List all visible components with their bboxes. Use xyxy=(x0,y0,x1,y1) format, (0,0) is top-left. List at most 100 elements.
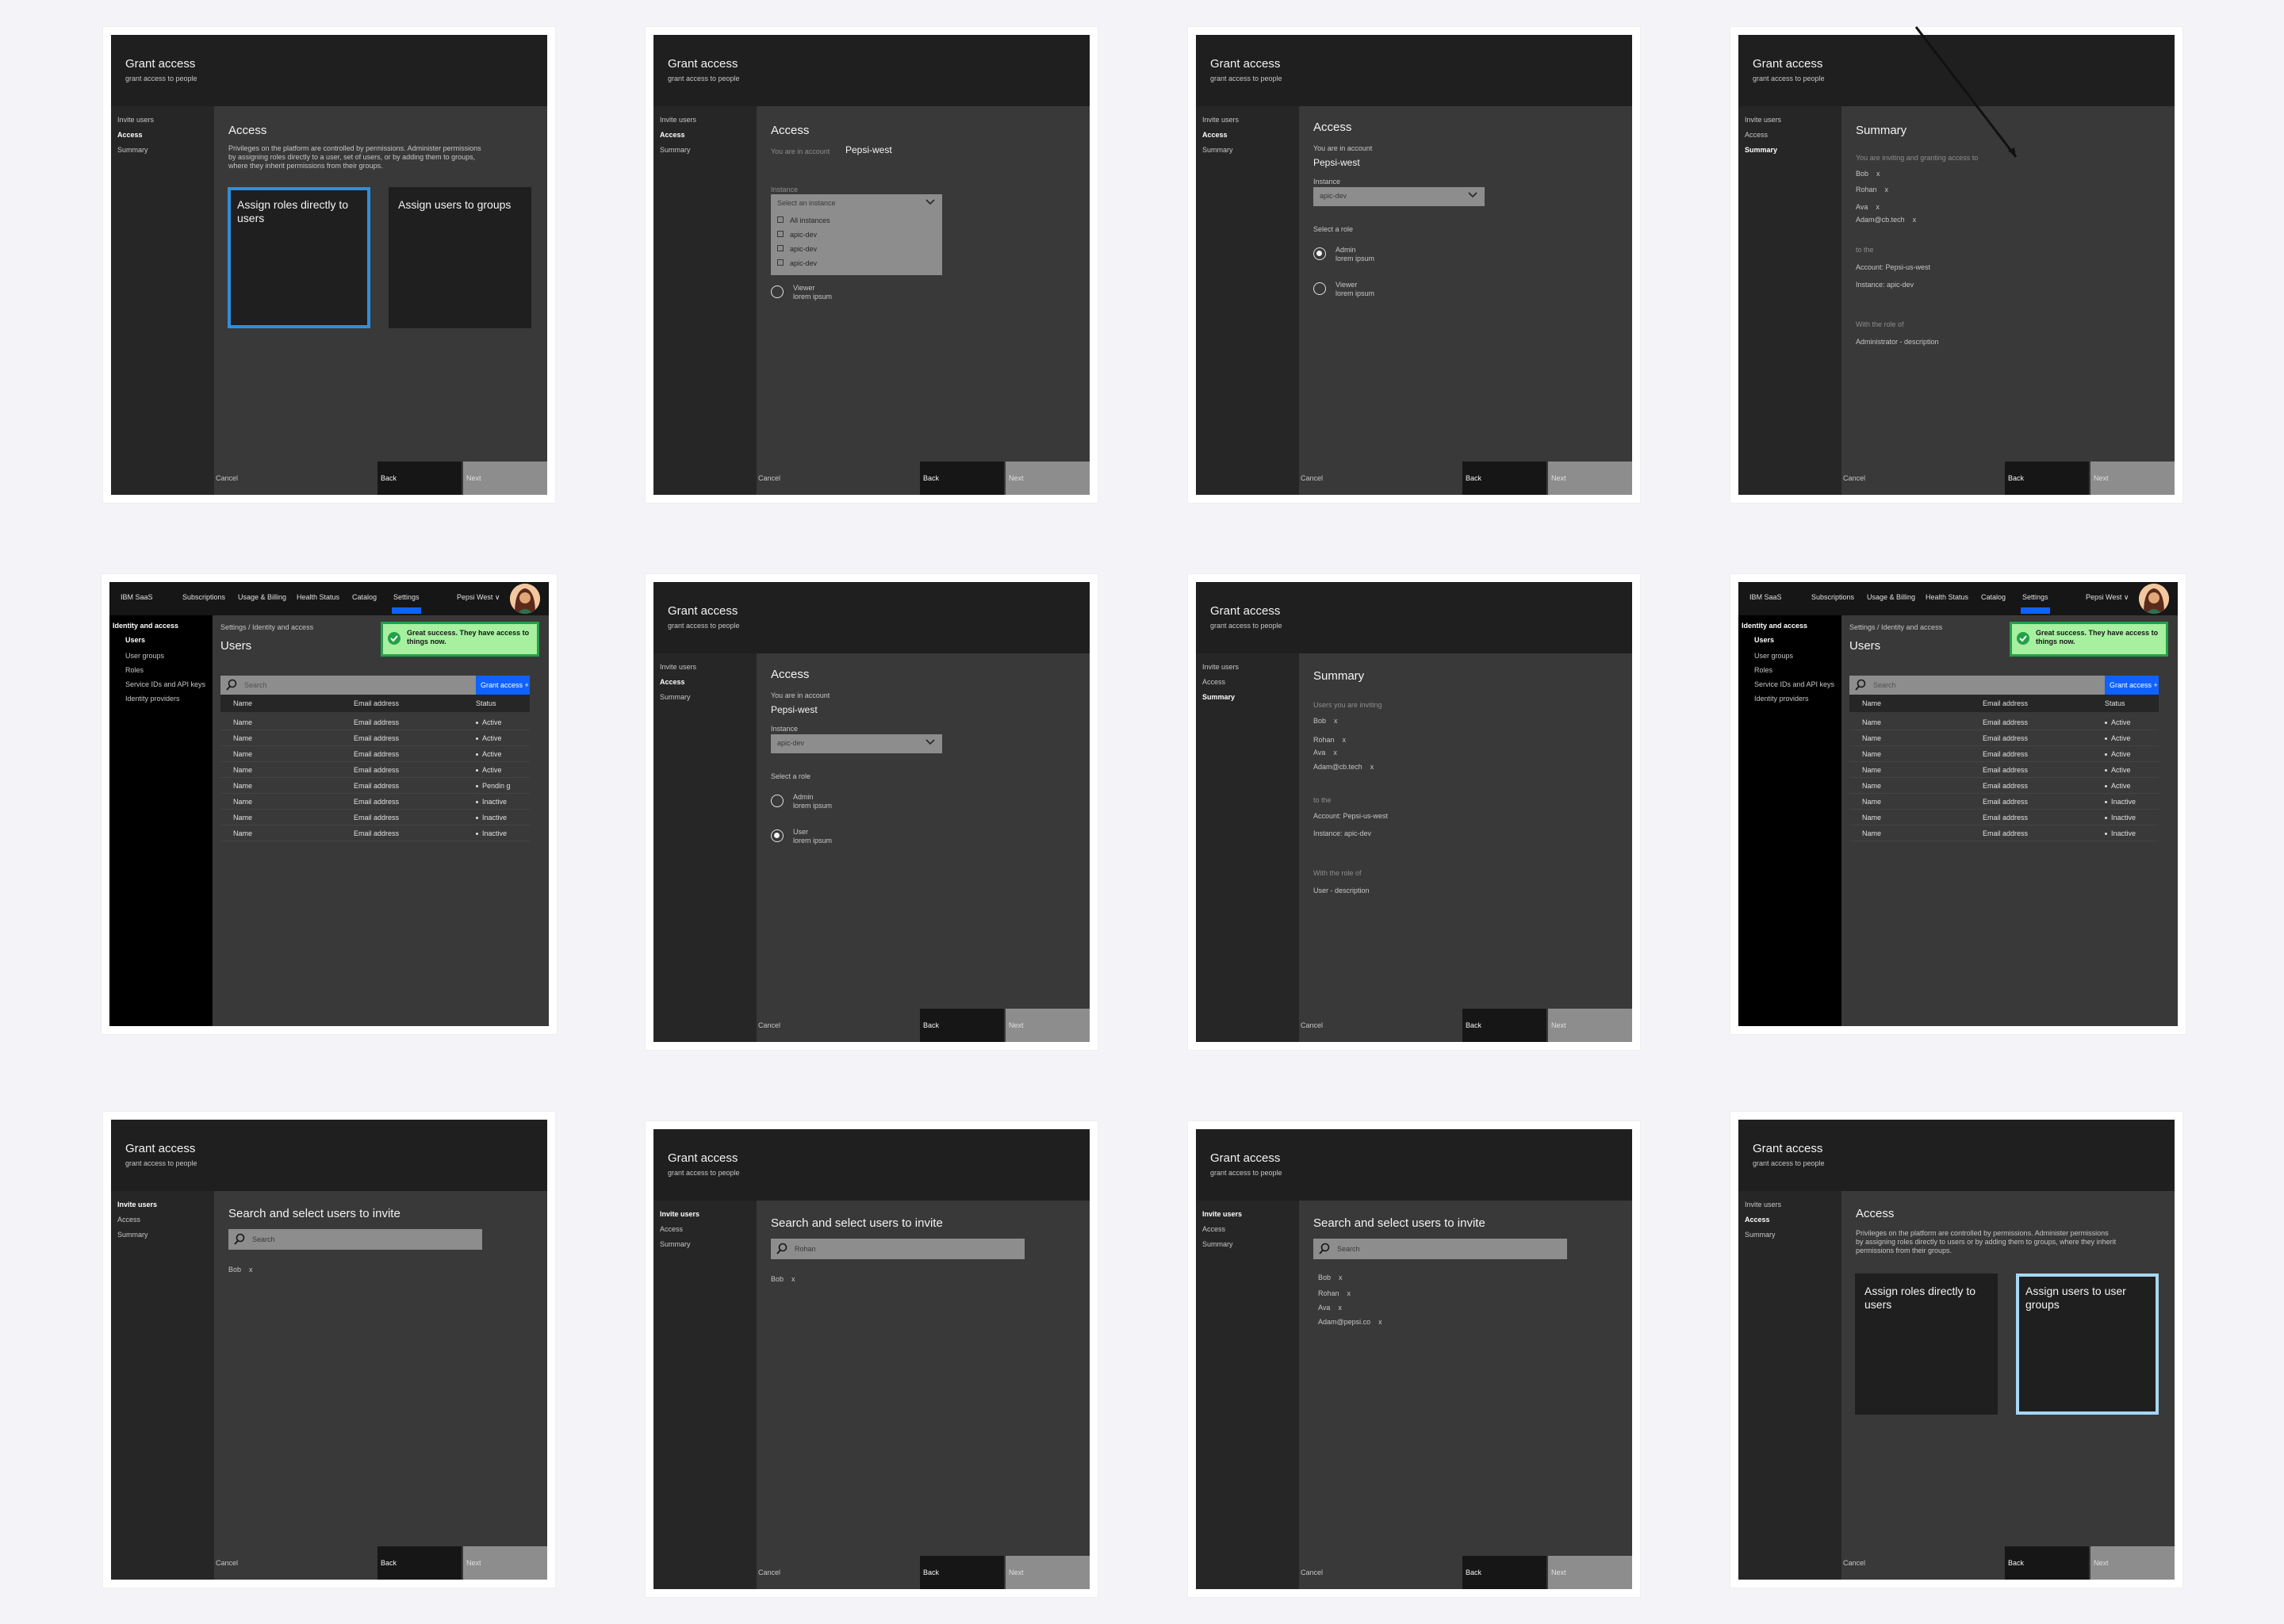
next-button[interactable]: Next xyxy=(1006,462,1090,495)
back-button[interactable]: Back xyxy=(920,1009,1004,1042)
back-button[interactable]: Back xyxy=(2005,1546,2089,1580)
remove-chip-button[interactable]: x xyxy=(249,1266,253,1274)
radio-user[interactable] xyxy=(771,829,784,842)
cancel-button[interactable]: Cancel xyxy=(1301,1568,1323,1576)
checkbox[interactable] xyxy=(777,231,784,237)
table-row[interactable]: Name Email address Active xyxy=(220,730,530,746)
next-button[interactable]: Next xyxy=(1548,462,1632,495)
table-row[interactable]: Name Email address Inactive xyxy=(1849,809,2159,825)
tile-assign-user-groups[interactable]: Assign users to user groups xyxy=(2016,1274,2159,1415)
step-access[interactable]: Access xyxy=(1745,1216,1770,1224)
step-summary[interactable]: Summary xyxy=(117,1231,148,1239)
nav-catalog[interactable]: Catalog xyxy=(352,593,377,601)
col-email[interactable]: Email address xyxy=(354,699,399,707)
col-name[interactable]: Name xyxy=(233,699,252,707)
step-access[interactable]: Access xyxy=(1202,678,1225,686)
step-invite-users[interactable]: Invite users xyxy=(660,116,696,124)
step-summary[interactable]: Summary xyxy=(1202,693,1235,701)
table-row[interactable]: Name Email address Inactive xyxy=(1849,793,2159,810)
nav-usage-billing[interactable]: Usage & Billing xyxy=(238,593,286,601)
cancel-button[interactable]: Cancel xyxy=(1843,1559,1865,1567)
remove-chip-button[interactable]: x xyxy=(1885,186,1889,193)
back-button[interactable]: Back xyxy=(2005,462,2089,495)
user-search-input[interactable]: Search xyxy=(1313,1239,1567,1259)
nav-settings[interactable]: Settings xyxy=(2021,593,2050,614)
cancel-button[interactable]: Cancel xyxy=(1301,474,1323,482)
back-button[interactable]: Back xyxy=(1462,462,1546,495)
remove-chip-button[interactable]: x xyxy=(1343,736,1347,744)
account-switcher[interactable]: Pepsi West ∨ xyxy=(2086,593,2129,602)
step-invite-users[interactable]: Invite users xyxy=(1202,1210,1242,1218)
back-button[interactable]: Back xyxy=(920,462,1004,495)
step-summary[interactable]: Summary xyxy=(660,1240,691,1248)
col-name[interactable]: Name xyxy=(1862,699,1881,707)
table-row[interactable]: Name Email address Active xyxy=(220,745,530,762)
nav-subscriptions[interactable]: Subscriptions xyxy=(182,593,225,601)
users-search[interactable]: Search Grant access + xyxy=(1849,676,2159,695)
sidebar-item-identity-providers[interactable]: Identity providers xyxy=(1754,695,1809,703)
step-summary[interactable]: Summary xyxy=(117,146,148,154)
breadcrumb[interactable]: Settings / Identity and access xyxy=(220,623,313,631)
instance-select[interactable]: apic-dev xyxy=(771,734,942,753)
remove-chip-button[interactable]: x xyxy=(1338,1304,1342,1312)
step-invite-users[interactable]: Invite users xyxy=(660,1210,699,1218)
cancel-button[interactable]: Cancel xyxy=(1843,474,1865,482)
table-row[interactable]: Name Email address Active xyxy=(220,761,530,778)
table-row[interactable]: Name Email address Inactive xyxy=(220,793,530,810)
back-button[interactable]: Back xyxy=(1462,1556,1546,1589)
table-row[interactable]: Name Email address Inactive xyxy=(220,825,530,841)
cancel-button[interactable]: Cancel xyxy=(758,1568,780,1576)
remove-chip-button[interactable]: x xyxy=(1333,749,1337,756)
remove-chip-button[interactable]: x xyxy=(1347,1289,1351,1297)
breadcrumb[interactable]: Settings / Identity and access xyxy=(1849,623,1942,631)
nav-health-status[interactable]: Health Status xyxy=(1926,593,1968,601)
step-invite-users[interactable]: Invite users xyxy=(1745,116,1781,124)
step-access[interactable]: Access xyxy=(660,1225,683,1233)
step-invite-users[interactable]: Invite users xyxy=(117,1201,157,1208)
sidebar-item-users[interactable]: Users xyxy=(125,636,145,644)
next-button[interactable]: Next xyxy=(1006,1556,1090,1589)
sidebar-item-service-ids[interactable]: Service IDs and API keys xyxy=(125,680,205,688)
step-summary[interactable]: Summary xyxy=(1202,1240,1233,1248)
step-summary[interactable]: Summary xyxy=(660,693,691,701)
col-status[interactable]: Status xyxy=(476,699,496,707)
step-summary[interactable]: Summary xyxy=(1745,1231,1776,1239)
tile-assign-roles[interactable]: Assign roles directly to users xyxy=(1855,1274,1998,1415)
brand-name[interactable]: IBM SaaS xyxy=(121,593,153,601)
remove-chip-button[interactable]: x xyxy=(1370,763,1374,771)
back-button[interactable]: Back xyxy=(1462,1009,1546,1042)
avatar[interactable] xyxy=(510,584,540,614)
radio-admin[interactable] xyxy=(771,795,784,807)
next-button[interactable]: Next xyxy=(2090,1546,2175,1580)
sidebar-item-user-groups[interactable]: User groups xyxy=(1754,652,1793,660)
instance-option[interactable]: apic-dev xyxy=(771,256,942,270)
users-search[interactable]: Search Grant access + xyxy=(220,676,530,695)
table-row[interactable]: Name Email address Inactive xyxy=(220,809,530,825)
step-invite-users[interactable]: Invite users xyxy=(1202,116,1239,124)
back-button[interactable]: Back xyxy=(920,1556,1004,1589)
instance-select[interactable]: Select an instance xyxy=(771,194,942,213)
radio-viewer[interactable] xyxy=(1313,282,1326,295)
remove-chip-button[interactable]: x xyxy=(1876,203,1880,211)
table-row[interactable]: Name Email address Active xyxy=(1849,777,2159,794)
step-access[interactable]: Access xyxy=(1745,131,1768,139)
next-button[interactable]: Next xyxy=(2090,462,2175,495)
radio-viewer[interactable] xyxy=(771,285,784,298)
table-row[interactable]: Name Email address Pendin g xyxy=(220,777,530,794)
grant-access-button[interactable]: Grant access + xyxy=(476,676,530,695)
table-row[interactable]: Name Email address Active xyxy=(1849,761,2159,778)
step-access[interactable]: Access xyxy=(660,131,685,139)
remove-chip-button[interactable]: x xyxy=(1378,1318,1382,1326)
remove-chip-button[interactable]: x xyxy=(791,1275,795,1283)
next-button[interactable]: Next xyxy=(1548,1556,1632,1589)
nav-settings[interactable]: Settings xyxy=(392,593,421,614)
col-status[interactable]: Status xyxy=(2105,699,2125,707)
step-access[interactable]: Access xyxy=(117,131,143,139)
next-button[interactable]: Next xyxy=(463,1546,547,1580)
cancel-button[interactable]: Cancel xyxy=(1301,1021,1323,1029)
next-button[interactable]: Next xyxy=(463,462,547,495)
instance-option[interactable]: apic-dev xyxy=(771,242,942,256)
remove-chip-button[interactable]: x xyxy=(1334,717,1338,725)
account-switcher[interactable]: Pepsi West ∨ xyxy=(457,593,500,602)
step-summary[interactable]: Summary xyxy=(1745,146,1777,154)
